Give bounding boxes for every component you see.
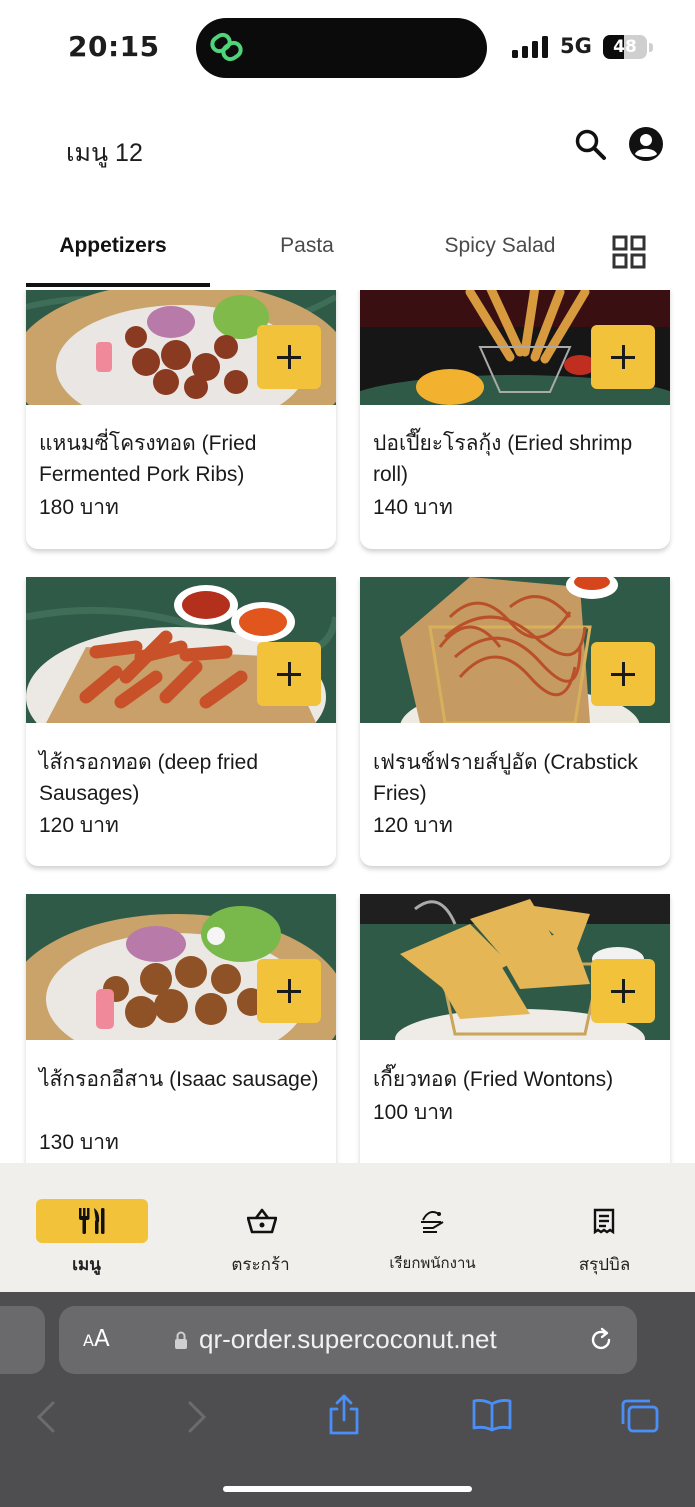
app-header: เมนู 12 [0, 96, 695, 206]
grid-view-icon[interactable] [612, 235, 646, 269]
dynamic-island [196, 18, 487, 78]
item-price: 180 บาท [39, 496, 119, 519]
nav-label: เรียกพนักงาน [389, 1255, 476, 1272]
menu-item-card[interactable]: แหนมซี่โครงทอด (Fried Fermented Pork Rib… [26, 290, 336, 549]
battery-cap [649, 43, 653, 52]
reload-icon[interactable] [587, 1326, 615, 1354]
add-to-cart-button[interactable] [257, 642, 321, 706]
item-name: ไส้กรอกอีสาน (Isaac sausage) [39, 1068, 319, 1091]
utensils-icon [79, 1208, 105, 1234]
item-price: 130 บาท [39, 1131, 119, 1154]
address-bar[interactable]: AA qr-order.supercoconut.net [59, 1306, 637, 1374]
menu-item-card[interactable]: ปอเปี๊ยะโรลกุ้ง (Eried shrimp roll) 140 … [360, 290, 670, 549]
nav-item-menu[interactable]: เมนู [0, 1163, 173, 1292]
search-icon[interactable] [574, 128, 608, 162]
item-name: ปอเปี๊ยะโรลกุ้ง (Eried shrimp roll) [373, 432, 633, 486]
back-icon[interactable] [36, 1400, 56, 1434]
link-icon [210, 32, 243, 62]
lock-icon [175, 1331, 187, 1349]
menu-grid: แหนมซี่โครงทอด (Fried Fermented Pork Rib… [0, 290, 695, 1163]
item-price: 140 บาท [373, 496, 453, 519]
home-indicator [223, 1486, 472, 1492]
add-to-cart-button[interactable] [257, 325, 321, 389]
share-icon[interactable] [326, 1394, 362, 1436]
item-name: ไส้กรอกทอด (deep fried Sausages) [39, 751, 259, 805]
item-name: เกี๊ยวทอด (Fried Wontons) [373, 1068, 614, 1091]
menu-item-card[interactable]: ไส้กรอกอีสาน (Isaac sausage) 130 บาท [26, 894, 336, 1163]
add-to-cart-button[interactable] [591, 959, 655, 1023]
bookmarks-icon[interactable] [472, 1398, 512, 1432]
add-to-cart-button[interactable] [591, 325, 655, 389]
add-to-cart-button[interactable] [591, 642, 655, 706]
tabs-icon[interactable] [620, 1398, 660, 1434]
forward-icon[interactable] [187, 1400, 207, 1434]
category-tabs: Appetizers Pasta Spicy Salad [0, 206, 695, 290]
tab-spicy-salad[interactable]: Spicy Salad [420, 234, 580, 258]
browser-chrome: AA qr-order.supercoconut.net [0, 1292, 695, 1507]
status-time: 20:15 [68, 30, 160, 63]
battery-percent: 48 [613, 37, 637, 57]
nav-item-call-staff[interactable]: เรียกพนักงาน [346, 1163, 519, 1292]
bottom-navigation: เมนู ตระกร้า เรียกพนักงาน สรุปบิล [0, 1163, 695, 1292]
nav-label: ตระกร้า [231, 1255, 290, 1274]
previous-tab-peek[interactable] [0, 1306, 45, 1374]
nav-label: เมนู [72, 1255, 101, 1274]
item-price: 120 บาท [373, 814, 453, 837]
cellular-signal-icon [512, 36, 548, 58]
item-name: แหนมซี่โครงทอด (Fried Fermented Pork Rib… [39, 432, 257, 486]
nav-item-bill[interactable]: สรุปบิล [518, 1163, 691, 1292]
nav-label: สรุปบิล [578, 1255, 631, 1274]
basket-icon [247, 1208, 277, 1234]
call-staff-icon [421, 1211, 444, 1233]
page-title: เมนู 12 [66, 139, 143, 167]
menu-item-card[interactable]: ไส้กรอกทอด (deep fried Sausages) 120 บาท [26, 577, 336, 866]
account-icon[interactable] [628, 126, 664, 162]
nav-item-basket[interactable]: ตระกร้า [174, 1163, 347, 1292]
network-type: 5G [560, 34, 592, 58]
status-bar: 20:15 5G 48 [0, 0, 695, 96]
battery-icon: 48 [603, 35, 647, 59]
menu-item-card[interactable]: เกี๊ยวทอด (Fried Wontons) 100 บาท [360, 894, 670, 1163]
tab-appetizers[interactable]: Appetizers [26, 234, 200, 258]
item-price: 120 บาท [39, 814, 119, 837]
active-tab-indicator [26, 283, 210, 287]
url-text: qr-order.supercoconut.net [199, 1324, 497, 1354]
item-name: เฟรนช์ฟรายส์ปูอัด (Crabstick Fries) [373, 751, 638, 805]
receipt-icon [593, 1208, 615, 1235]
text-size-button[interactable]: AA [83, 1326, 110, 1352]
add-to-cart-button[interactable] [257, 959, 321, 1023]
menu-item-card[interactable]: เฟรนช์ฟรายส์ปูอัด (Crabstick Fries) 120 … [360, 577, 670, 866]
tab-pasta[interactable]: Pasta [236, 234, 378, 258]
item-price: 100 บาท [373, 1101, 453, 1124]
